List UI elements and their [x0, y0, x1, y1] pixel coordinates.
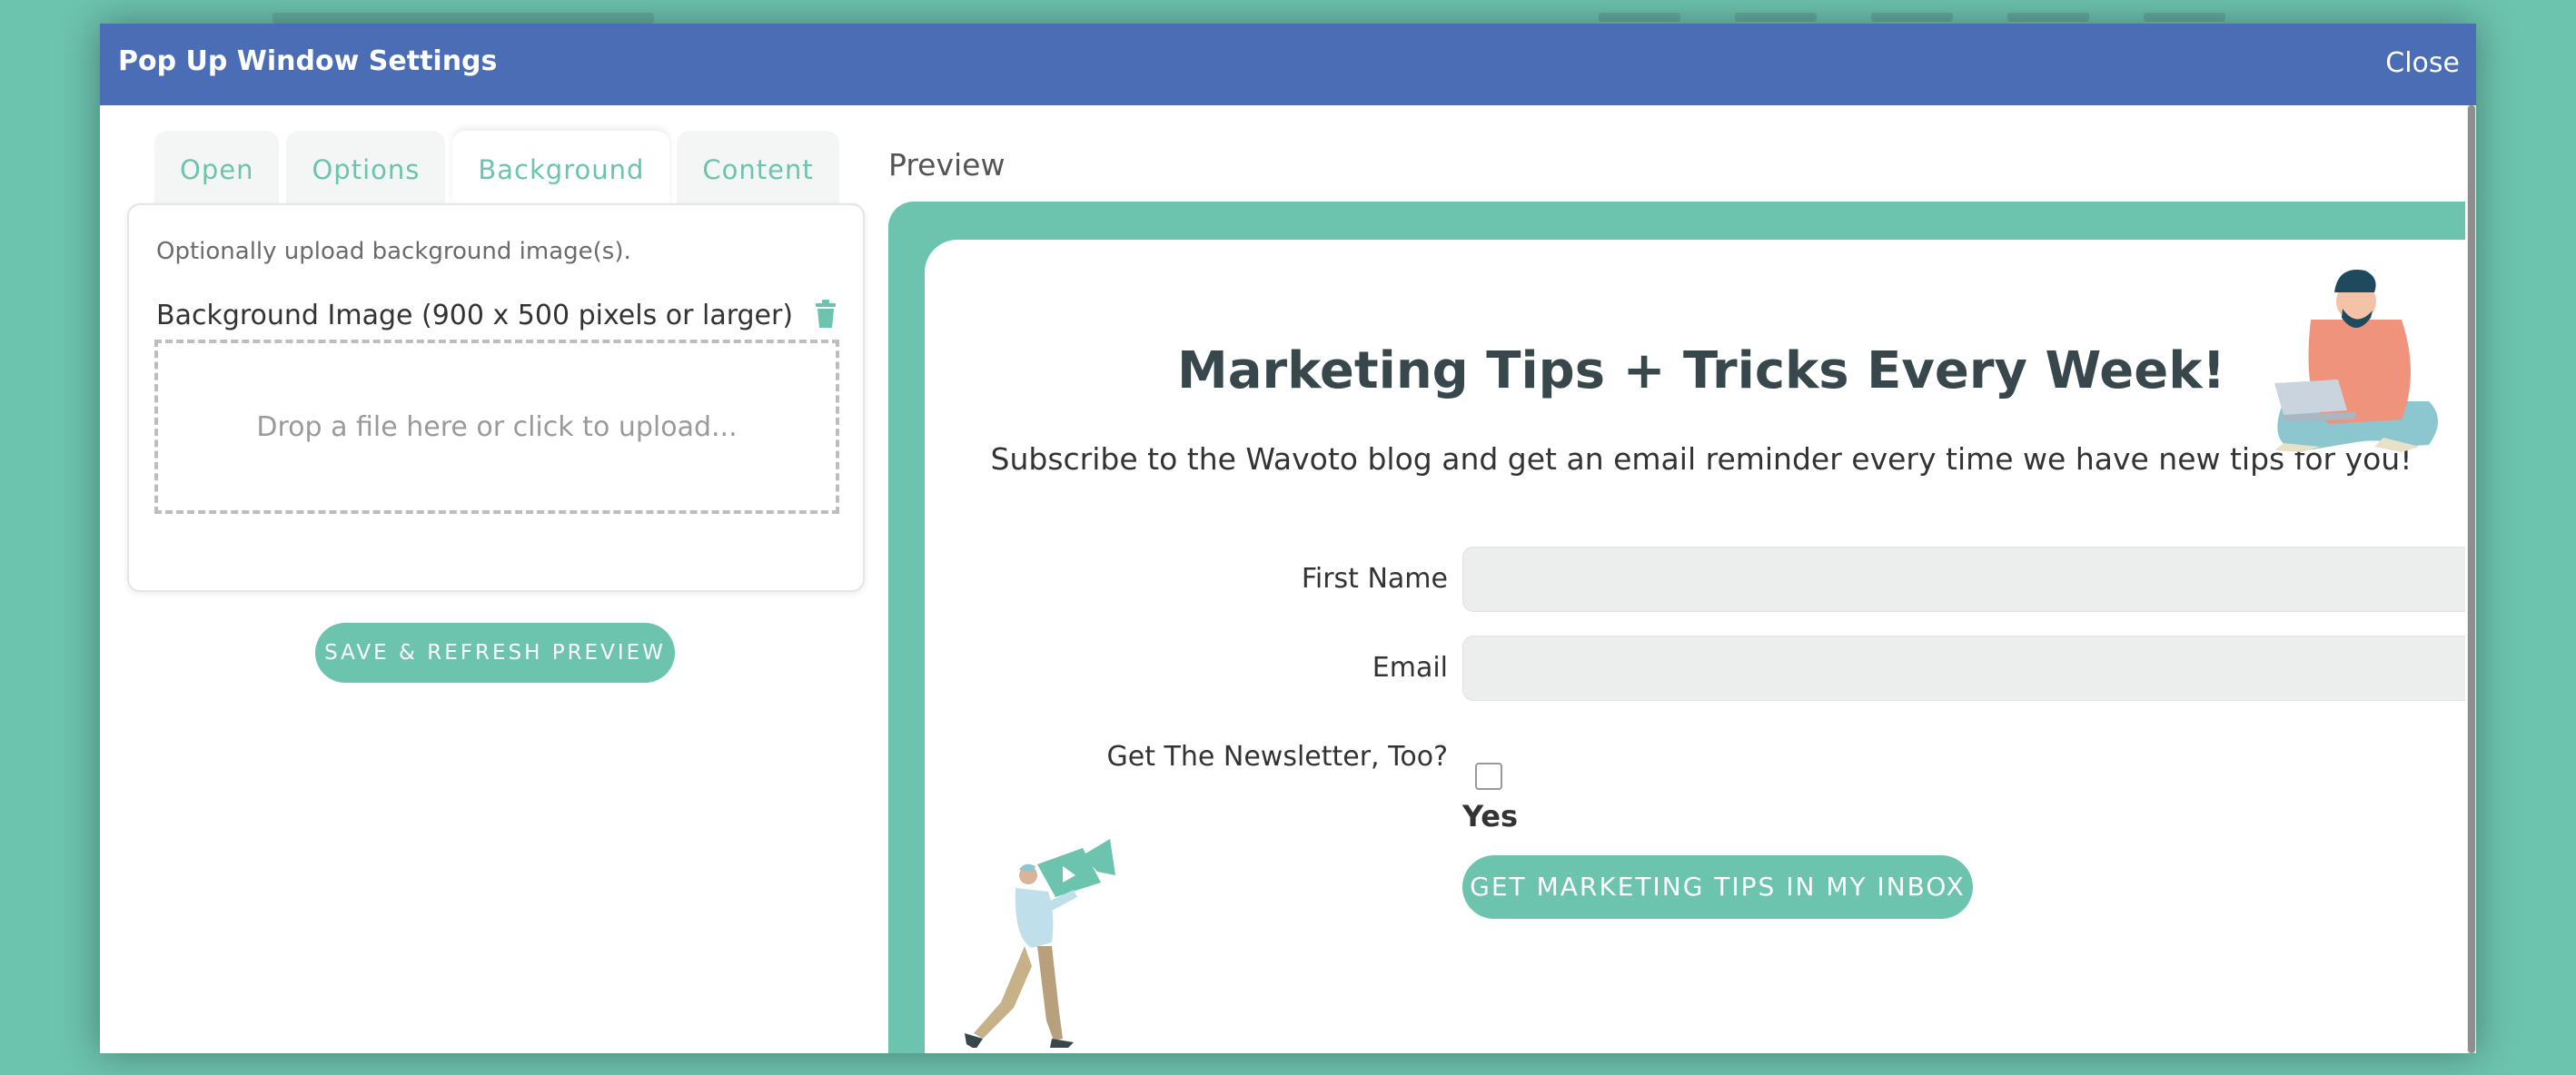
subscribe-submit-button[interactable]: GET MARKETING TIPS IN MY INBOX — [1462, 855, 1973, 919]
tab-content[interactable]: Content — [677, 131, 839, 203]
popup-subtext: Subscribe to the Wavoto blog and get an … — [990, 441, 2413, 477]
newsletter-yes-label: Yes — [1462, 799, 1518, 833]
man-with-camera-illustration — [965, 839, 1115, 1048]
email-field[interactable] — [1462, 636, 2465, 701]
man-with-laptop-illustration — [2274, 270, 2438, 452]
background-image-label: Background Image (900 x 500 pixels or la… — [156, 300, 794, 331]
email-label: Email — [1372, 652, 1448, 684]
background-settings-panel: Optionally upload background image(s). B… — [127, 203, 865, 592]
tab-open[interactable]: Open — [154, 131, 280, 203]
background-hint: Optionally upload background image(s). — [156, 238, 631, 265]
first-name-label: First Name — [1301, 563, 1448, 595]
popup-preview-card: Marketing Tips + Tricks Every Week! Subs… — [925, 240, 2465, 1053]
background-site-nav — [1599, 0, 2225, 24]
popup-settings-modal: Pop Up Window Settings Close Open Option… — [100, 24, 2476, 1053]
dropzone-text: Drop a file here or click to upload... — [256, 410, 738, 443]
preview-label: Preview — [888, 147, 1006, 182]
settings-tabs: Open Options Background Content — [154, 131, 839, 203]
background-site-logo — [272, 13, 654, 24]
newsletter-label: Get The Newsletter, Too? — [1106, 741, 1448, 773]
trash-icon[interactable] — [814, 300, 837, 329]
modal-scrollbar[interactable] — [2467, 105, 2476, 1053]
modal-titlebar: Pop Up Window Settings Close — [100, 24, 2476, 105]
file-dropzone[interactable]: Drop a file here or click to upload... — [154, 340, 839, 514]
scrollbar-thumb[interactable] — [2468, 105, 2475, 1053]
preview-area: Marketing Tips + Tricks Every Week! Subs… — [888, 202, 2465, 1053]
modal-title: Pop Up Window Settings — [118, 45, 498, 77]
save-refresh-preview-button[interactable]: SAVE & REFRESH PREVIEW — [315, 623, 675, 683]
newsletter-checkbox[interactable] — [1475, 763, 1502, 790]
tab-background[interactable]: Background — [452, 131, 670, 203]
popup-headline: Marketing Tips + Tricks Every Week! — [1177, 341, 2225, 400]
close-button[interactable]: Close — [2385, 47, 2460, 79]
first-name-field[interactable] — [1462, 547, 2465, 612]
tab-options[interactable]: Options — [286, 131, 446, 203]
